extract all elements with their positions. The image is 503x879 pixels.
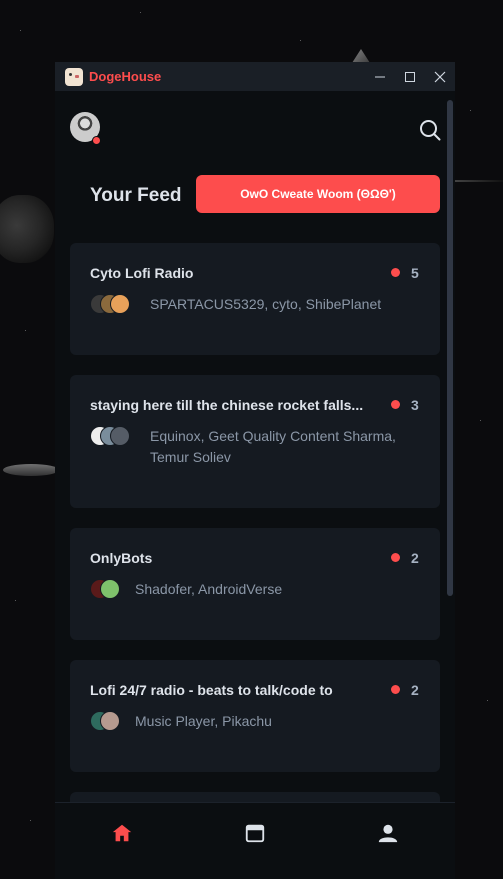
speaker-names: Music Player, Pikachu	[135, 713, 272, 729]
feed-title: Your Feed	[90, 185, 182, 206]
nav-profile[interactable]	[376, 821, 400, 845]
notification-dot	[92, 136, 101, 145]
app-window: DogeHouse Your Feed OwO Cweate Woom (ΘΩΘ…	[55, 62, 455, 879]
create-room-button[interactable]: OwO Cweate Woom (ΘΩΘ')	[196, 175, 440, 213]
satellite-decoration	[352, 49, 370, 63]
listener-count: 3	[411, 397, 419, 413]
ufo-decoration	[3, 464, 59, 476]
app-title: DogeHouse	[89, 69, 162, 84]
profile-icon	[378, 824, 398, 843]
listener-count: 2	[411, 682, 419, 698]
room-card[interactable]: Lofi 24/7 radio - beats to talk/code to …	[70, 660, 440, 772]
speaker-names: Equinox, Geet Quality Content Sharma, Te…	[150, 426, 396, 468]
live-indicator	[391, 553, 400, 562]
room-card[interactable]: OnlyBots 2 Shadofer, AndroidVerse	[70, 528, 440, 640]
nav-schedule[interactable]	[243, 821, 267, 845]
speaker-avatar	[100, 579, 120, 599]
live-indicator	[391, 268, 400, 277]
asteroid-decoration	[0, 195, 54, 263]
room-card[interactable]: Cyto Lofi Radio 5 SPARTACUS5329, cyto, S…	[70, 243, 440, 355]
streak-decoration	[454, 180, 503, 182]
scrollbar[interactable]	[447, 100, 453, 596]
home-icon	[112, 824, 132, 842]
search-icon	[420, 120, 441, 141]
speaker-names-line: Temur Soliev	[150, 449, 231, 465]
listener-count: 5	[411, 265, 419, 281]
minimize-icon	[375, 76, 385, 77]
room-card[interactable]: staying here till the chinese rocket fal…	[70, 375, 440, 508]
live-indicator	[391, 400, 400, 409]
listener-count: 2	[411, 550, 419, 566]
speaker-avatar	[110, 294, 130, 314]
search-button[interactable]	[419, 119, 441, 141]
room-title: Cyto Lofi Radio	[90, 265, 194, 281]
room-title: OnlyBots	[90, 550, 153, 566]
maximize-icon	[405, 71, 415, 82]
speaker-names: SPARTACUS5329, cyto, ShibePlanet	[150, 296, 382, 312]
speaker-names-line: Equinox, Geet Quality Content Sharma,	[150, 428, 396, 444]
speaker-names: Shadofer, AndroidVerse	[135, 581, 283, 597]
bottom-nav	[55, 802, 455, 879]
nav-home[interactable]	[110, 821, 134, 845]
maximize-button[interactable]	[395, 62, 425, 91]
title-bar[interactable]: DogeHouse	[55, 62, 455, 91]
speaker-avatar	[110, 426, 130, 446]
minimize-button[interactable]	[365, 62, 395, 91]
live-indicator	[391, 685, 400, 694]
app-logo-icon	[65, 67, 83, 86]
room-title: staying here till the chinese rocket fal…	[90, 397, 364, 413]
close-icon	[434, 71, 446, 82]
speaker-avatar	[100, 711, 120, 731]
calendar-icon	[245, 824, 265, 843]
close-button[interactable]	[425, 62, 455, 91]
room-title: Lofi 24/7 radio - beats to talk/code to	[90, 682, 333, 698]
